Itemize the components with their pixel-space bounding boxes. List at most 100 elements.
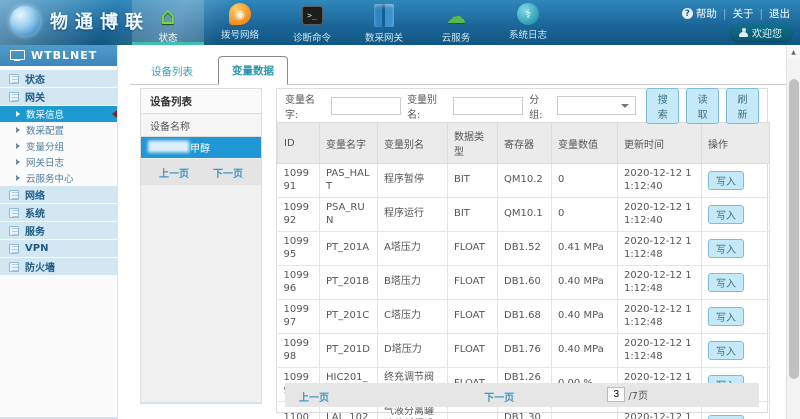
nav-item-cloud[interactable]: ☁ 云服务 [420,0,492,45]
sidebar-item-label: 网络 [25,187,45,202]
table-row: 109997 PT_201C C塔压力 FLOAT DB1.68 0.40 MP… [278,300,770,334]
col-type: 数据类型 [448,123,498,164]
page-number-input[interactable] [607,387,625,402]
user-icon [739,28,748,38]
cloud-icon: ☁ [444,3,469,28]
variable-name-input[interactable] [331,97,401,115]
variable-table-body: 109991 PAS_HALT 程序暂停 BIT QM10.2 0 2020-1… [278,164,770,419]
sidebar-sub-data-collection-config[interactable]: 数采配置 [0,122,117,138]
table-header-row: ID 变量名字 变量别名 数据类型 寄存器 变量数值 更新时间 操作 [278,123,770,164]
device-prev-page-link[interactable]: 上一页 [159,165,189,180]
nav-item-status[interactable]: ⌂ 状态 [132,0,204,45]
page-total-label: /7页 [628,387,648,402]
sidebar-sub-label: 云服务中心 [26,171,74,185]
cell-name: PSA_RUN [320,198,378,232]
question-icon: ? [682,8,693,19]
sidebar-item-network[interactable]: 网络 [0,186,117,203]
cell-value: 0 [552,164,618,198]
sidebar-item-label: 状态 [25,71,45,86]
sidebar-item-status[interactable]: 状态 [0,70,117,87]
tab-variable-data[interactable]: 变量数据 [218,56,288,85]
cell-name: PT_201C [320,300,378,334]
sidebar-item-vpn[interactable]: VPN [0,240,117,257]
sidebar-item-label: 防火墙 [25,259,55,274]
device-name-visible: 甲醇 [190,140,210,155]
logo-globe-icon [10,6,40,36]
col-value: 变量数值 [552,123,618,164]
cell-alias: B塔压力 [378,266,448,300]
cell-action: 写入 [702,300,770,334]
cell-updated: 2020-12-12 11:12:48 [618,300,702,334]
cell-action: 写入 [702,198,770,232]
sidebar-sub-variable-group[interactable]: 变量分组 [0,138,117,154]
filter-bar: 变量名字: 变量别名: 分组: 搜索 读取 刷新 [277,89,767,122]
arrow-right-icon [16,127,20,133]
write-button[interactable]: 写入 [708,415,744,419]
nav-label: 拨号网络 [221,27,259,41]
gateway-icon [374,4,394,27]
sidebar-item-firewall[interactable]: 防火墙 [0,258,117,275]
write-button[interactable]: 写入 [708,239,744,258]
write-button[interactable]: 写入 [708,307,744,326]
device-item-selected[interactable]: ██████ 甲醇 [141,137,261,158]
nav-item-dial-network[interactable]: ◉ 拨号网络 [204,0,276,45]
sidebar-item-system[interactable]: 系统 [0,204,117,221]
nav-item-diagnostic[interactable]: >_ 诊断命令 [276,0,348,45]
cell-type: FLOAT [448,334,498,368]
read-button[interactable]: 读取 [686,88,719,124]
sidebar-sub-label: 数采信息 [26,107,64,121]
group-select[interactable] [557,96,637,115]
tab-device-list[interactable]: 设备列表 [138,58,206,85]
cell-type: FLOAT [448,266,498,300]
sidebar-title: WTBLNET [31,49,97,62]
next-page-link[interactable]: 下一页 [484,389,514,404]
variable-alias-label: 变量别名: [407,91,447,121]
arrow-right-icon [16,143,20,149]
sidebar-sub-cloud-center[interactable]: 云服务中心 [0,170,117,186]
cell-type: FLOAT [448,300,498,334]
cell-action: 写入 [702,164,770,198]
scrollbar-thumb[interactable] [789,79,799,379]
write-button[interactable]: 写入 [708,205,744,224]
help-link[interactable]: ? 帮助 [682,6,717,21]
sidebar-item-gateway[interactable]: 网关 [0,88,117,105]
cell-register: QM10.2 [498,164,552,198]
sidebar-header: WTBLNET [0,45,117,66]
vertical-scrollbar[interactable]: ▲ [786,45,800,419]
logo: 物通博联 [10,6,150,36]
prev-page-link[interactable]: 上一页 [299,389,329,404]
cell-register: QM10.1 [498,198,552,232]
sidebar-sub-data-collection-info[interactable]: 数采信息 [0,106,117,122]
nav-item-syslog[interactable]: ⚕ 系统日志 [492,0,564,45]
cell-type: BIT [448,198,498,232]
nav-item-gateway[interactable]: 数采网关 [348,0,420,45]
write-button[interactable]: 写入 [708,273,744,292]
cell-register: DB1.60 [498,266,552,300]
device-next-page-link[interactable]: 下一页 [213,165,243,180]
write-button[interactable]: 写入 [708,341,744,360]
scroll-up-arrow-icon[interactable]: ▲ [787,45,800,59]
sidebar-sub-gateway-log[interactable]: 网关日志 [0,154,117,170]
about-link[interactable]: 关于 [732,6,753,21]
device-name-masked: ██████ [148,142,188,153]
divider: | [759,8,763,20]
cell-id: 109998 [278,334,320,368]
cell-id: 109992 [278,198,320,232]
device-panel-title: 设备列表 [141,89,261,114]
divider: | [723,8,727,20]
cell-type: FLOAT [448,232,498,266]
sidebar-sub-label: 网关日志 [26,155,64,169]
col-alias: 变量别名 [378,123,448,164]
arrow-right-icon [16,175,20,181]
col-register: 寄存器 [498,123,552,164]
cell-id: 109996 [278,266,320,300]
top-header: 物通博联 ⌂ 状态 ◉ 拨号网络 >_ 诊断命令 数采网关 ☁ 云服务 [0,0,800,45]
refresh-button[interactable]: 刷新 [726,88,759,124]
write-button[interactable]: 写入 [708,171,744,190]
cell-register: DB1.76 [498,334,552,368]
variable-alias-input[interactable] [453,97,523,115]
sidebar-item-service[interactable]: 服务 [0,222,117,239]
welcome-user-button[interactable]: 欢迎您 [731,24,792,41]
search-button[interactable]: 搜索 [646,88,679,124]
logout-link[interactable]: 退出 [769,6,790,21]
